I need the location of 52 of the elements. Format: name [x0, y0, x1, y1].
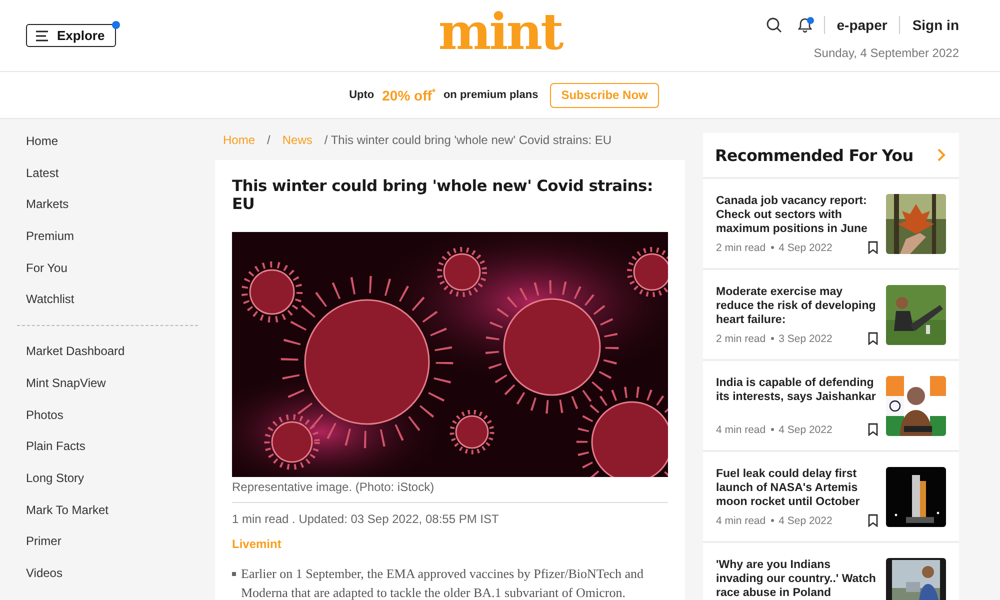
- sidebar-item[interactable]: Market Dashboard: [26, 344, 125, 358]
- sidebar-item[interactable]: Home: [26, 134, 58, 148]
- sign-in-link[interactable]: Sign in: [912, 17, 959, 33]
- sidebar-item[interactable]: Mint SnapView: [26, 376, 106, 390]
- article-headline[interactable]: 'Why are you Indians invading our country..' Watch race abuse in Poland: [716, 558, 878, 600]
- sidebar-item[interactable]: Primer: [26, 534, 62, 548]
- article-headline[interactable]: India is capable of defending its interests, says Jaishankar: [716, 376, 878, 404]
- bookmark-icon[interactable]: [868, 332, 878, 345]
- sidebar-item[interactable]: Watchlist: [26, 292, 74, 306]
- menu-icon: [35, 30, 49, 42]
- image-caption: Representative image. (Photo: iStock): [232, 480, 668, 503]
- article-date: 4 Sep 2022: [778, 514, 832, 526]
- read-time: 4 min read: [716, 424, 766, 436]
- sidebar-item[interactable]: Long Story: [26, 470, 84, 485]
- sidebar-item[interactable]: Premium: [26, 229, 74, 244]
- read-time: 2 min read: [716, 242, 766, 254]
- epaper-link[interactable]: e-paper: [836, 17, 888, 33]
- sidebar-item[interactable]: Markets: [26, 197, 69, 212]
- section-title: Recommended For You: [715, 146, 914, 164]
- bookmark-icon[interactable]: [868, 241, 878, 254]
- article-headline[interactable]: Moderate exercise may reduce the risk of developing heart failure:: [716, 285, 878, 327]
- discount-text: 20% off$^{*}$: [382, 86, 436, 104]
- read-time: 4 min read: [716, 514, 766, 526]
- article-meta: 1 min read . Updated: 03 Sep 2022, 08:55 PM IST: [232, 512, 500, 526]
- article-date: 3 Sep 2022: [778, 332, 832, 344]
- read-time: 2 min read: [716, 332, 766, 344]
- search-icon[interactable]: [766, 17, 782, 33]
- dot-icon: [770, 428, 774, 431]
- article-paragraph: Earlier on 1 September, the EMA approved vaccines by Pfizer/BioNTech and Moderna that are adapted to tackle the older BA.1 subvariant of Omicron.: [241, 565, 645, 600]
- sidebar-item[interactable]: Mark To Market: [26, 502, 108, 517]
- dot-icon: [770, 519, 774, 522]
- bookmark-icon[interactable]: [868, 423, 878, 436]
- breadcrumb-separator: /: [267, 132, 270, 146]
- article-headline[interactable]: Fuel leak could delay first launch of NASA's Artemis moon rocket until October: [716, 467, 878, 509]
- date-text: Sunday, 4 September 2022: [814, 46, 959, 60]
- dot-icon: [770, 337, 774, 340]
- article-date: 4 Sep 2022: [778, 242, 832, 254]
- bullet-icon: [232, 572, 236, 576]
- sidebar-item[interactable]: Latest: [26, 166, 59, 180]
- article-date: 4 Sep 2022: [778, 424, 832, 436]
- promo-text: Upto: [349, 89, 374, 101]
- bookmark-icon[interactable]: [868, 514, 878, 527]
- article-headline[interactable]: Canada job vacancy report: Check out sectors with maximum positions in June: [716, 194, 878, 236]
- breadcrumb-current: / This winter could bring 'whole new' Covid strains: EU: [324, 132, 612, 146]
- sidebar-item[interactable]: Photos: [26, 408, 64, 422]
- dot-icon: [770, 246, 774, 249]
- promo-text: on premium plans: [443, 89, 538, 101]
- sidebar-item[interactable]: Plain Facts: [26, 439, 86, 454]
- sidebar-item[interactable]: For You: [26, 260, 68, 275]
- article-title: This winter could bring 'whole new' Covid strains: EU: [232, 177, 654, 213]
- sidebar-item[interactable]: Videos: [26, 566, 62, 580]
- bell-icon[interactable]: [798, 17, 812, 33]
